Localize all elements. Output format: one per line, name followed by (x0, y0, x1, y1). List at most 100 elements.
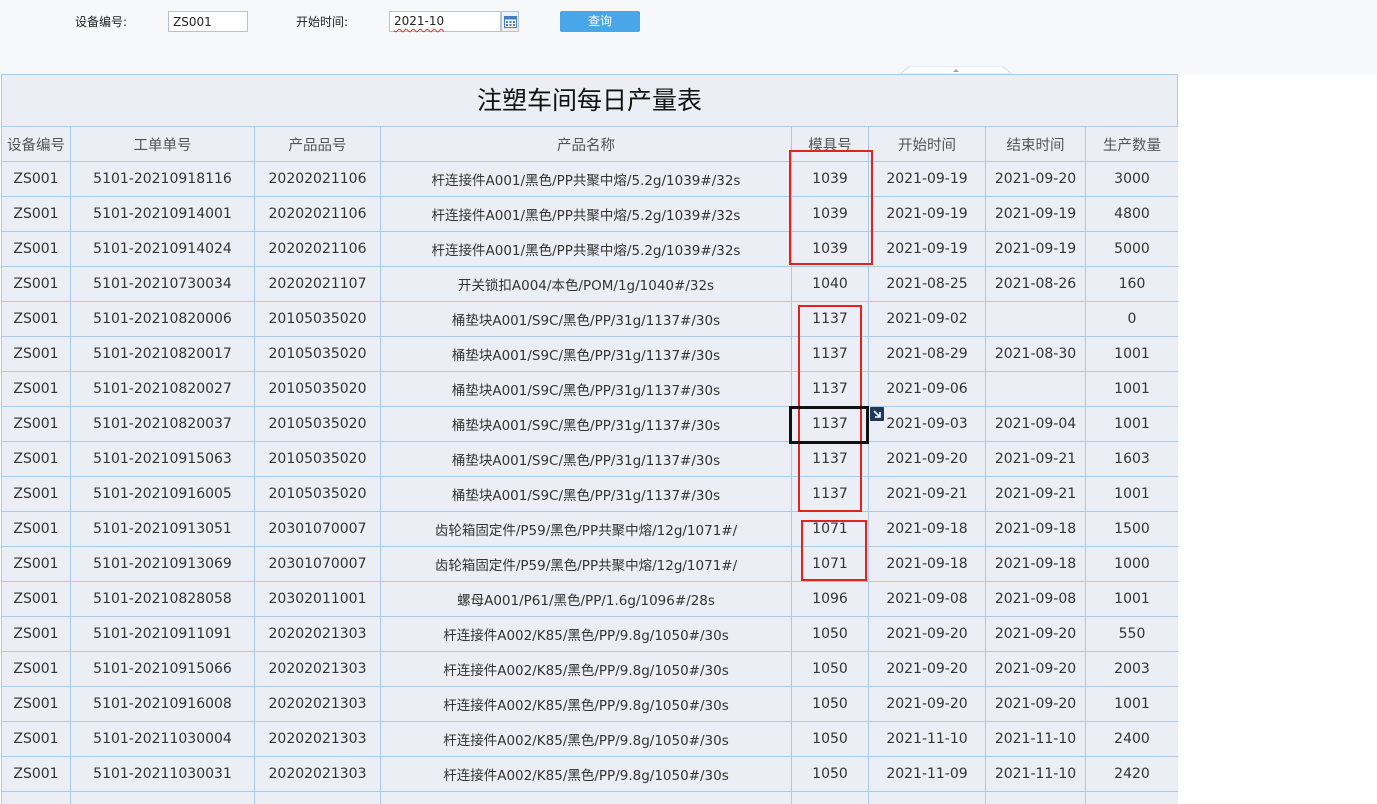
cell-product-name[interactable]: 杆连接件A002/K85/黑色/PP/9.8g/1050#/30s (380, 686, 792, 722)
cell-end[interactable]: 2021-08-26 (985, 266, 1086, 302)
collapse-toggle[interactable] (900, 66, 1012, 74)
cell-mold[interactable]: 1096 (791, 581, 869, 617)
cell-product-code[interactable]: 20202021106 (254, 161, 381, 197)
cell-device[interactable]: ZS001 (1, 231, 71, 267)
cell-order[interactable]: 5101-20210918116 (70, 161, 255, 197)
cell-start[interactable]: 2021-09-21 (868, 476, 986, 512)
cell-end[interactable]: 2021-09-08 (985, 581, 1086, 617)
cell-order[interactable] (70, 791, 255, 804)
cell-device[interactable]: ZS001 (1, 406, 71, 442)
cell-start[interactable]: 2021-08-29 (868, 336, 986, 372)
start-time-input[interactable]: 2021-10 (389, 11, 501, 32)
cell-end[interactable]: 2021-09-21 (985, 476, 1086, 512)
cell-mold[interactable]: 1039 (791, 231, 869, 267)
cell-product-name[interactable]: 桶垫块A001/S9C/黑色/PP/31g/1137#/30s (380, 441, 792, 477)
device-input[interactable] (168, 11, 248, 32)
cell-quantity[interactable]: 3000 (1085, 161, 1178, 197)
cell-product-name[interactable]: 桶垫块A001/S9C/黑色/PP/31g/1137#/30s (380, 406, 792, 442)
cell-device[interactable]: ZS001 (1, 756, 71, 792)
cell-device[interactable]: ZS001 (1, 511, 71, 547)
cell-end[interactable]: 2021-09-20 (985, 616, 1086, 652)
cell-start[interactable]: 2021-09-19 (868, 161, 986, 197)
cell-product-code[interactable]: 20202021303 (254, 616, 381, 652)
expand-arrow-icon[interactable] (870, 407, 884, 421)
cell-order[interactable]: 5101-20210915063 (70, 441, 255, 477)
cell-device[interactable]: ZS001 (1, 721, 71, 757)
cell-quantity[interactable]: 160 (1085, 266, 1178, 302)
cell-start[interactable]: 2021-08-25 (868, 266, 986, 302)
cell-order[interactable]: 5101-20210820006 (70, 301, 255, 337)
cell-product-code[interactable]: 20301070007 (254, 546, 381, 582)
cell-quantity[interactable]: 1001 (1085, 406, 1178, 442)
cell-quantity[interactable]: 2420 (1085, 756, 1178, 792)
query-button[interactable]: 查询 (560, 11, 640, 32)
cell-quantity[interactable]: 2400 (1085, 721, 1178, 757)
cell-mold[interactable]: 1039 (791, 196, 869, 232)
cell-start[interactable]: 2021-09-02 (868, 301, 986, 337)
cell-order[interactable]: 5101-20210820037 (70, 406, 255, 442)
cell-product-code[interactable]: 20302011001 (254, 581, 381, 617)
cell-product-code[interactable]: 20202021106 (254, 231, 381, 267)
cell-end[interactable]: 2021-09-20 (985, 686, 1086, 722)
cell-start[interactable]: 2021-09-19 (868, 231, 986, 267)
cell-order[interactable]: 5101-20210730034 (70, 266, 255, 302)
cell-end[interactable]: 2021-09-20 (985, 651, 1086, 687)
cell-mold[interactable]: 1040 (791, 266, 869, 302)
cell-mold[interactable]: 1137 (791, 441, 869, 477)
cell-mold[interactable]: 1137 (791, 371, 869, 407)
cell-product-name[interactable]: 螺母A001/P61/黑色/PP/1.6g/1096#/28s (380, 581, 792, 617)
cell-product-name[interactable]: 开关锁扣A004/本色/POM/1g/1040#/32s (380, 266, 792, 302)
cell-end[interactable]: 2021-09-19 (985, 231, 1086, 267)
cell-product-name[interactable]: 杆连接件A002/K85/黑色/PP/9.8g/1050#/30s (380, 756, 792, 792)
cell-mold[interactable]: 1050 (791, 686, 869, 722)
cell-product-name[interactable]: 杆连接件A002/K85/黑色/PP/9.8g/1050#/30s (380, 651, 792, 687)
cell-start[interactable]: 2021-09-06 (868, 371, 986, 407)
cell-product-code[interactable]: 20202021106 (254, 196, 381, 232)
cell-quantity[interactable]: 1500 (1085, 511, 1178, 547)
cell-device[interactable]: ZS001 (1, 686, 71, 722)
cell-product-name[interactable]: 杆连接件A001/黑色/PP共聚中熔/5.2g/1039#/32s (380, 161, 792, 197)
cell-product-name[interactable]: 桶垫块A001/S9C/黑色/PP/31g/1137#/30s (380, 301, 792, 337)
cell-mold[interactable]: 1071 (791, 511, 869, 547)
cell-mold[interactable]: 1050 (791, 756, 869, 792)
cell-end[interactable]: 2021-09-04 (985, 406, 1086, 442)
cell-product-name[interactable]: 齿轮箱固定件/P59/黑色/PP共聚中熔/12g/1071#/ (380, 546, 792, 582)
cell-device[interactable]: ZS001 (1, 371, 71, 407)
cell-end[interactable]: 2021-09-18 (985, 511, 1086, 547)
cell-order[interactable]: 5101-20210911091 (70, 616, 255, 652)
cell-mold[interactable]: 1137 (791, 301, 869, 337)
cell-start[interactable] (868, 791, 986, 804)
cell-product-code[interactable]: 20105035020 (254, 301, 381, 337)
cell-product-code[interactable]: 20202021107 (254, 266, 381, 302)
cell-order[interactable]: 5101-20210913069 (70, 546, 255, 582)
cell-product-name[interactable]: 杆连接件A001/黑色/PP共聚中熔/5.2g/1039#/32s (380, 231, 792, 267)
cell-order[interactable]: 5101-20210820017 (70, 336, 255, 372)
cell-end[interactable]: 2021-09-19 (985, 196, 1086, 232)
cell-start[interactable]: 2021-09-03 (868, 406, 986, 442)
cell-device[interactable]: ZS001 (1, 476, 71, 512)
cell-quantity[interactable] (1085, 791, 1178, 804)
cell-quantity[interactable]: 4800 (1085, 196, 1178, 232)
cell-product-name[interactable]: 桶垫块A001/S9C/黑色/PP/31g/1137#/30s (380, 336, 792, 372)
cell-device[interactable]: ZS001 (1, 616, 71, 652)
cell-quantity[interactable]: 5000 (1085, 231, 1178, 267)
cell-end[interactable]: 2021-09-20 (985, 161, 1086, 197)
cell-device[interactable]: ZS001 (1, 581, 71, 617)
cell-mold[interactable]: 1050 (791, 616, 869, 652)
cell-quantity[interactable]: 1001 (1085, 476, 1178, 512)
cell-mold[interactable]: 1137 (791, 336, 869, 372)
cell-start[interactable]: 2021-09-18 (868, 511, 986, 547)
cell-end[interactable] (985, 371, 1086, 407)
cell-product-name[interactable]: 桶垫块A001/S9C/黑色/PP/31g/1137#/30s (380, 371, 792, 407)
cell-product-code[interactable]: 20105035020 (254, 441, 381, 477)
cell-start[interactable]: 2021-09-20 (868, 686, 986, 722)
cell-end[interactable]: 2021-09-18 (985, 546, 1086, 582)
cell-order[interactable]: 5101-20210916008 (70, 686, 255, 722)
cell-product-name[interactable]: 杆连接件A002/K85/黑色/PP/9.8g/1050#/30s (380, 616, 792, 652)
cell-quantity[interactable]: 0 (1085, 301, 1178, 337)
cell-order[interactable]: 5101-20211030031 (70, 756, 255, 792)
cell-start[interactable]: 2021-09-08 (868, 581, 986, 617)
cell-product-code[interactable]: 20202021303 (254, 651, 381, 687)
cell-product-name[interactable]: 杆连接件A001/黑色/PP共聚中熔/5.2g/1039#/32s (380, 196, 792, 232)
cell-quantity[interactable]: 1000 (1085, 546, 1178, 582)
